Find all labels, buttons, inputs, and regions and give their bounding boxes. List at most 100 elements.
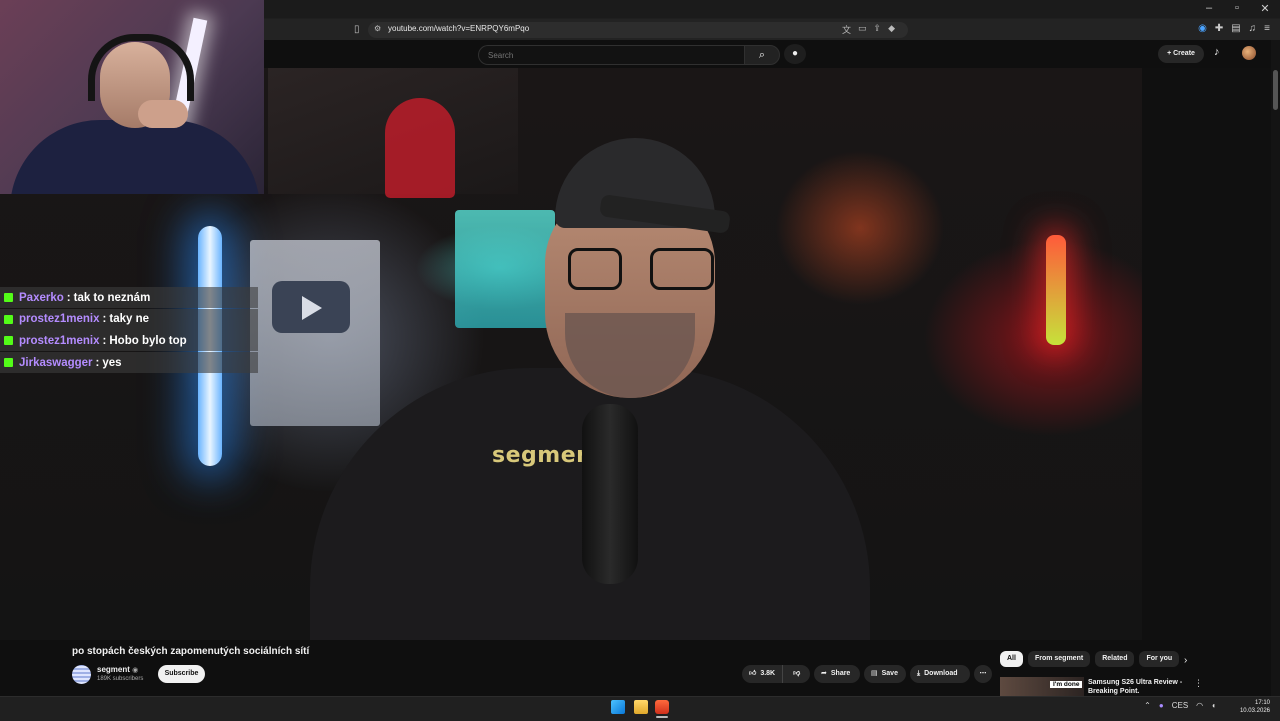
red-lamp xyxy=(1046,235,1066,345)
streamer-body xyxy=(10,120,260,194)
brave-shield-icon[interactable]: ◆ xyxy=(888,23,895,36)
chat-username: Paxerko xyxy=(19,291,64,304)
tab-strip xyxy=(264,0,1280,18)
kick-icon xyxy=(4,336,13,346)
menu-icon[interactable]: ≡ xyxy=(1264,23,1270,34)
save-label: Save xyxy=(881,670,898,677)
address-url[interactable]: youtube.com/watch?v=ENRPQY6mPqo xyxy=(388,24,529,33)
play-triangle-icon xyxy=(302,296,322,320)
studio-microphone xyxy=(582,404,638,584)
webcam-overlay xyxy=(0,0,264,194)
chevron-right-icon[interactable]: › xyxy=(1184,655,1187,666)
chat-separator: : xyxy=(95,356,100,369)
language-indicator[interactable]: CES xyxy=(1172,701,1188,710)
poster-figure xyxy=(385,98,455,198)
scrollbar[interactable] xyxy=(1271,40,1280,696)
kick-icon xyxy=(4,358,13,368)
chevron-up-icon[interactable]: ⌃ xyxy=(1144,701,1151,710)
close-button[interactable]: ✕ xyxy=(1258,2,1272,15)
chat-message: Paxerko : tak to neznám xyxy=(0,287,258,308)
maximize-button[interactable]: ▫ xyxy=(1230,2,1244,15)
download-button[interactable]: ⤓ Download xyxy=(910,665,970,683)
thumbnail-badge: I'm done xyxy=(1050,681,1083,688)
window-controls: – ▫ ✕ xyxy=(1202,2,1272,15)
chat-username: Jirkaswagger xyxy=(19,356,93,369)
recommendation-chips: All From segment Related For you xyxy=(1000,651,1180,667)
subscriber-count: 189K subscribers xyxy=(97,676,144,682)
translate-icon[interactable]: 文 xyxy=(842,23,851,36)
volume-icon[interactable]: ◖ xyxy=(1211,701,1216,710)
dislike-button[interactable]: 👎︎ xyxy=(787,665,806,683)
share-page-icon[interactable]: ⇪ xyxy=(874,23,882,36)
address-tools: 文 ▭ ⇪ ◆ xyxy=(842,23,895,36)
chip-from-channel[interactable]: From segment xyxy=(1027,651,1091,667)
wifi-icon[interactable]: ◠ xyxy=(1196,701,1203,710)
like-button[interactable]: 👍︎ 3.8K xyxy=(742,665,784,683)
brave-browser-icon[interactable] xyxy=(655,700,669,714)
like-dislike-group: 👍︎ 3.8K 👎︎ xyxy=(742,665,810,683)
create-button[interactable]: + Create xyxy=(1158,45,1204,63)
chip-for-you[interactable]: For you xyxy=(1139,651,1180,667)
channel-avatar[interactable] xyxy=(72,665,91,684)
chat-text: taky ne xyxy=(109,313,150,326)
glasses-left-lens xyxy=(568,248,622,290)
channel-name[interactable]: segment ◉ xyxy=(97,665,138,674)
search-icon: ⌕ xyxy=(758,49,766,61)
kick-icon xyxy=(4,314,13,324)
kebab-menu-icon[interactable]: ⋮ xyxy=(1194,678,1203,689)
more-icon: ⋯ xyxy=(979,670,987,677)
headset-icon xyxy=(88,34,194,101)
chip-all[interactable]: All xyxy=(1000,651,1023,667)
active-app-indicator xyxy=(656,716,668,718)
share-button[interactable]: ➦ Share xyxy=(814,665,860,683)
voice-search-button[interactable]: ● xyxy=(784,44,806,64)
player-side-area xyxy=(1142,68,1271,640)
search-input[interactable] xyxy=(486,46,740,64)
file-explorer-icon[interactable] xyxy=(634,700,648,714)
recommendation-title[interactable]: Samsung S26 Ultra Review - Breaking Poin… xyxy=(1088,678,1184,696)
cast-icon[interactable]: ▭ xyxy=(858,23,867,36)
taskbar-clock[interactable]: 17:10 10.03.2026 xyxy=(1240,699,1270,715)
chat-separator: : xyxy=(66,291,71,304)
chat-message: prostez1menix : taky ne xyxy=(0,308,258,330)
clock-date: 10.03.2026 xyxy=(1239,708,1270,714)
chat-separator: : xyxy=(102,313,107,326)
media-icon[interactable]: ♫ xyxy=(1249,23,1257,34)
save-icon: ▤ xyxy=(871,670,878,677)
more-actions-button[interactable]: ⋯ xyxy=(974,665,992,683)
download-icon: ⤓ xyxy=(917,670,921,677)
thumbs-up-icon: 👍︎ xyxy=(749,670,757,677)
save-button[interactable]: ▤ Save xyxy=(864,665,906,683)
minimize-button[interactable]: – xyxy=(1202,2,1216,15)
chat-username: prostez1menix xyxy=(19,334,100,347)
chat-username: prostez1menix xyxy=(19,313,100,326)
clock-time: 17:10 xyxy=(1254,700,1270,706)
create-label: Create xyxy=(1173,50,1195,57)
sidebar-icon[interactable]: ▤ xyxy=(1231,23,1240,34)
extension-icon[interactable]: ◉ xyxy=(1198,23,1207,34)
verified-icon: ◉ xyxy=(132,667,139,674)
share-label: Share xyxy=(830,670,851,677)
windows-start-icon[interactable] xyxy=(611,700,625,714)
chat-overlay: Paxerko : tak to neznám prostez1menix : … xyxy=(0,287,258,374)
notifications-bell-icon[interactable]: ♪ xyxy=(1214,46,1220,58)
site-info-icon[interactable]: ⚙ xyxy=(374,24,381,33)
like-count: 3.8K xyxy=(760,670,776,677)
search-button[interactable]: ⌕ xyxy=(744,45,780,65)
microphone-tray-icon[interactable]: ● xyxy=(1159,701,1164,710)
subscribe-button[interactable]: Subscribe xyxy=(158,665,205,683)
chip-related[interactable]: Related xyxy=(1095,651,1135,667)
puzzle-icon[interactable]: ✚ xyxy=(1215,23,1223,34)
video-title: po stopách českých zapomenutých sociální… xyxy=(72,646,310,657)
share-icon: ➦ xyxy=(821,670,827,677)
shirt-print: segmen xyxy=(492,443,593,468)
chat-text: Hobo bylo top xyxy=(109,334,187,347)
bookmark-icon[interactable]: ▯ xyxy=(354,24,360,35)
download-label: Download xyxy=(924,670,958,677)
thumbs-down-icon: 👎︎ xyxy=(793,670,801,677)
scrollbar-thumb[interactable] xyxy=(1273,70,1278,110)
chat-separator: : xyxy=(102,334,107,347)
kick-icon xyxy=(4,293,13,302)
account-avatar[interactable] xyxy=(1242,46,1256,60)
streamer-hand xyxy=(138,100,188,128)
